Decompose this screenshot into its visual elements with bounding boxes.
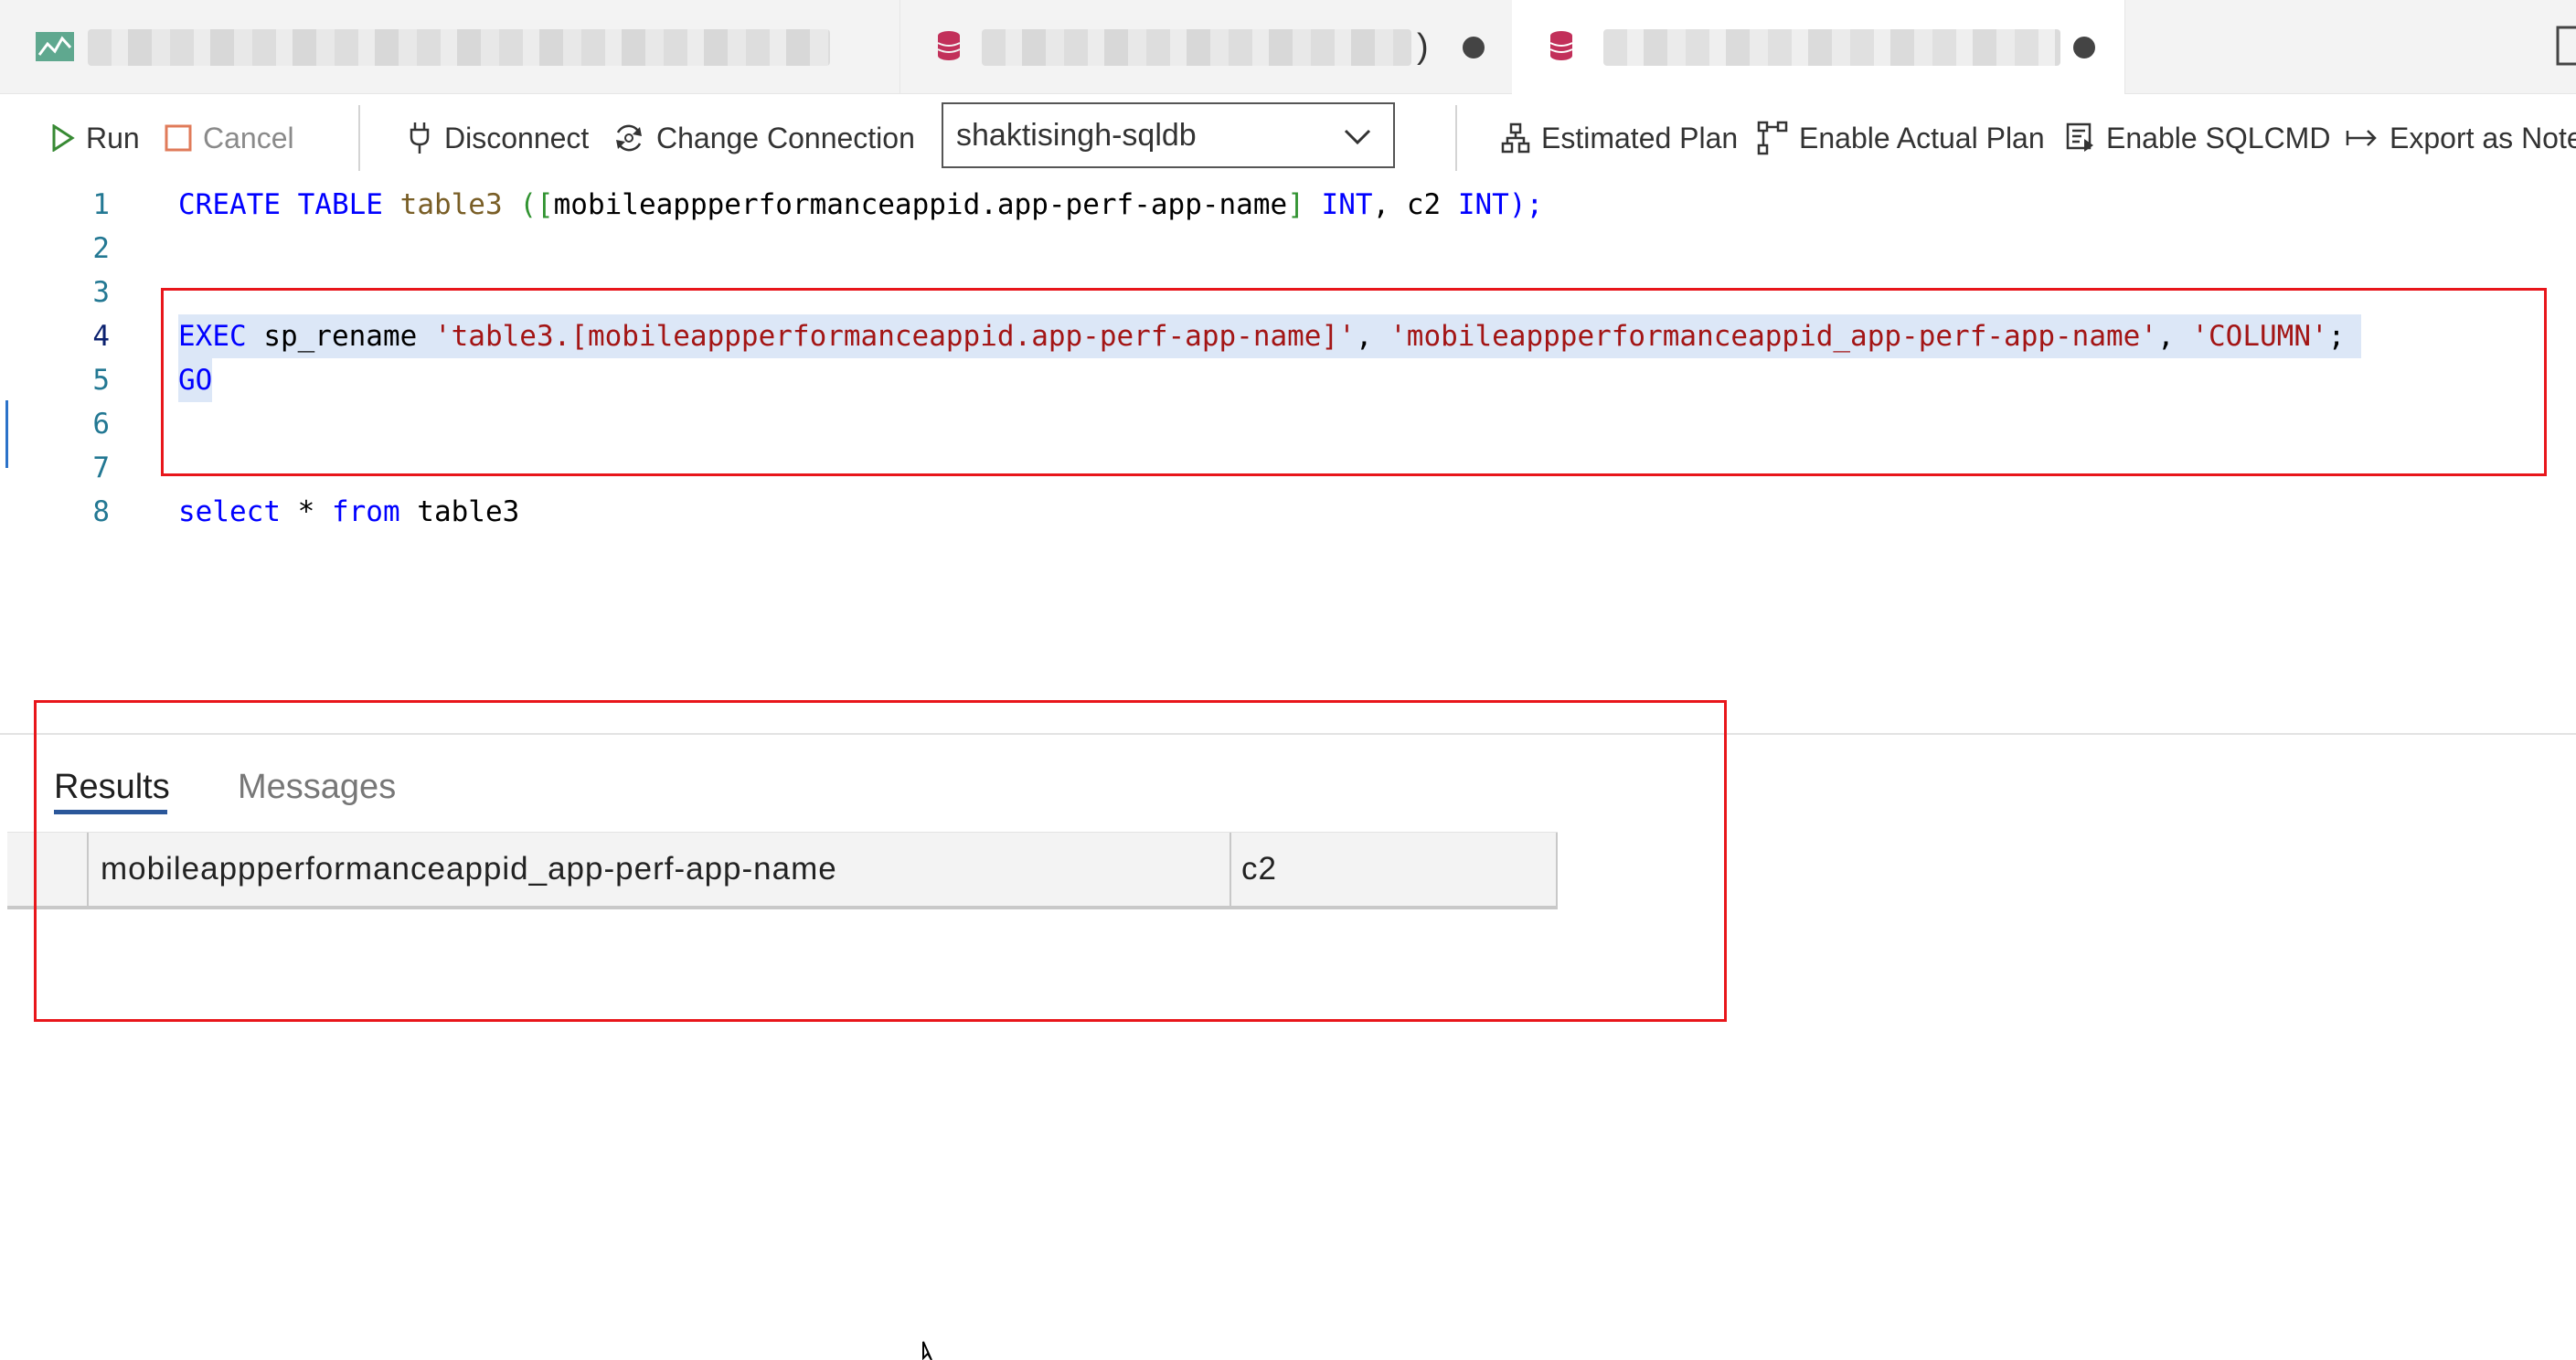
line-number: 2 bbox=[92, 232, 110, 265]
enable-sqlcmd-button[interactable]: Enable SQLCMD bbox=[2066, 94, 2330, 182]
enable-actual-plan-label: Enable Actual Plan bbox=[1799, 121, 2045, 154]
toolbar-divider bbox=[1455, 105, 1457, 171]
line-number: 5 bbox=[92, 364, 110, 397]
export-arrow-icon bbox=[2346, 130, 2377, 146]
line-number: 1 bbox=[92, 188, 110, 221]
export-as-notebook-label: Export as Note bbox=[2390, 121, 2576, 154]
split-editor-icon[interactable] bbox=[2556, 26, 2576, 68]
keyword: TABLE bbox=[297, 188, 383, 221]
keyword: INT bbox=[1321, 188, 1373, 221]
highlight-box-rename-statement bbox=[161, 288, 2547, 476]
code-line-8: select * from table3 bbox=[178, 490, 519, 534]
mouse-pointer-icon bbox=[922, 1341, 932, 1360]
toolbar-divider bbox=[358, 105, 360, 171]
chevron-down-icon bbox=[1344, 129, 1371, 145]
keyword: select bbox=[178, 495, 281, 528]
bracket: ] bbox=[1287, 188, 1304, 221]
tab-title-suffix: ) bbox=[1417, 27, 1429, 66]
line-number: 7 bbox=[92, 452, 110, 484]
tab-query-2[interactable] bbox=[1512, 0, 2125, 94]
line-number: 8 bbox=[92, 495, 110, 528]
editor-tab-bar: ) bbox=[0, 0, 2576, 94]
change-connection-button[interactable]: Change Connection bbox=[612, 94, 915, 182]
code-text: table3 bbox=[399, 495, 520, 528]
connection-select[interactable]: shaktisingh-sqldb bbox=[942, 102, 1395, 168]
disconnect-button[interactable]: Disconnect bbox=[406, 94, 589, 182]
estimated-plan-label: Estimated Plan bbox=[1541, 121, 1739, 154]
cancel-button[interactable]: Cancel bbox=[165, 94, 294, 182]
line-number: 3 bbox=[92, 276, 110, 309]
keyword: CREATE bbox=[178, 188, 281, 221]
cancel-label: Cancel bbox=[203, 121, 294, 154]
tab-title-redacted bbox=[88, 29, 830, 66]
keyword: INT bbox=[1457, 188, 1509, 221]
code-line-1: CREATE TABLE table3 ([mobileappperforman… bbox=[178, 183, 1543, 227]
bracket: ([ bbox=[519, 188, 554, 221]
actual-plan-icon bbox=[1757, 121, 1788, 155]
run-button[interactable]: Run bbox=[51, 94, 140, 182]
tab-query-1[interactable]: ) bbox=[899, 0, 1513, 93]
database-icon bbox=[937, 31, 961, 60]
plan-tree-icon bbox=[1501, 122, 1530, 154]
enable-sqlcmd-label: Enable SQLCMD bbox=[2106, 121, 2331, 154]
unsaved-dot-icon[interactable] bbox=[1463, 37, 1485, 58]
identifier: mobileappperformanceappid.app-perf-app-n… bbox=[553, 188, 1288, 221]
identifier: table3 bbox=[399, 188, 503, 221]
enable-actual-plan-button[interactable]: Enable Actual Plan bbox=[1757, 94, 2045, 182]
keyword: from bbox=[331, 495, 400, 528]
code-text: , c2 bbox=[1372, 188, 1458, 221]
sqlcmd-icon bbox=[2066, 122, 2093, 152]
play-icon bbox=[52, 124, 75, 152]
line-number: 6 bbox=[92, 408, 110, 441]
activity-chart-icon bbox=[36, 32, 74, 61]
tab-title-redacted bbox=[982, 29, 1411, 66]
estimated-plan-button[interactable]: Estimated Plan bbox=[1501, 94, 1738, 182]
connection-select-value: shaktisingh-sqldb bbox=[956, 117, 1197, 153]
stop-icon bbox=[165, 124, 192, 152]
disconnect-label: Disconnect bbox=[444, 121, 590, 154]
unsaved-dot-icon[interactable] bbox=[2073, 37, 2095, 58]
refresh-connection-icon bbox=[616, 124, 642, 152]
export-as-notebook-button[interactable]: Export as Note bbox=[2346, 94, 2576, 182]
code-text: * bbox=[280, 495, 332, 528]
highlight-box-results bbox=[34, 700, 1727, 1022]
change-connection-label: Change Connection bbox=[656, 121, 915, 154]
line-number-current: 4 bbox=[92, 320, 110, 353]
database-icon bbox=[1549, 31, 1573, 60]
query-toolbar: Run Cancel Disconnect Change Connection … bbox=[0, 94, 2576, 182]
tab-title-redacted bbox=[1603, 29, 2060, 66]
run-label: Run bbox=[86, 121, 140, 154]
punctuation: ); bbox=[1508, 188, 1544, 221]
tab-dashboard[interactable] bbox=[0, 0, 900, 93]
line-change-marker bbox=[0, 400, 8, 468]
plug-disconnect-icon bbox=[410, 122, 430, 154]
